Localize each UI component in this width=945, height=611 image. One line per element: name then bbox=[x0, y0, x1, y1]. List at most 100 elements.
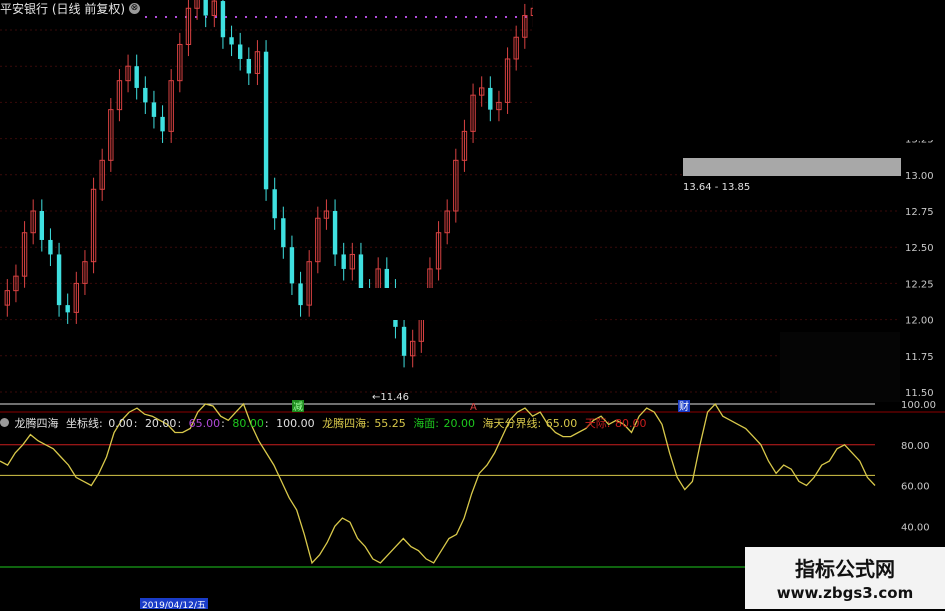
guide-dot bbox=[515, 16, 517, 18]
sea-value: 20.00 bbox=[443, 417, 476, 430]
range-price-label: 13.64 - 13.85 bbox=[683, 182, 750, 193]
axis-label: 坐标线: bbox=[66, 417, 103, 430]
level-65: 65.00 bbox=[188, 417, 221, 430]
candle-body-down bbox=[151, 102, 157, 117]
guide-dot bbox=[335, 16, 337, 18]
boundary-value: 65.00 bbox=[545, 417, 578, 430]
guide-dot bbox=[275, 16, 277, 18]
candle-body-down bbox=[39, 211, 45, 240]
indicator-tick-label: 60.00 bbox=[901, 482, 930, 493]
indicator-name[interactable]: 龙腾四海 bbox=[15, 417, 59, 430]
candle-body-down bbox=[143, 87, 148, 103]
boundary-label: 海天分界线: bbox=[482, 417, 542, 430]
site-watermark: 指标公式网 www.zbgs3.com bbox=[745, 547, 945, 609]
candle-body-down bbox=[332, 211, 338, 255]
guide-dot bbox=[465, 16, 467, 18]
guide-dot bbox=[265, 16, 267, 18]
legend-settings-icon[interactable] bbox=[0, 418, 9, 427]
guide-dot bbox=[405, 16, 407, 18]
guide-dot bbox=[445, 16, 447, 18]
guide-dot bbox=[415, 16, 417, 18]
level-20: 20.00 bbox=[144, 417, 177, 430]
guide-dot bbox=[255, 16, 257, 18]
sky-label: 天际: bbox=[584, 417, 611, 430]
candle-body-down bbox=[358, 254, 364, 291]
guide-dot bbox=[315, 16, 317, 18]
redacted-block-top-right bbox=[533, 0, 945, 140]
guide-dot bbox=[505, 16, 507, 18]
guide-dot bbox=[355, 16, 357, 18]
candle-body-down bbox=[134, 66, 139, 88]
price-tick-label: 11.75 bbox=[905, 352, 934, 363]
price-highlight-box bbox=[683, 158, 901, 176]
guide-dot bbox=[165, 16, 167, 18]
candle-body-down bbox=[289, 247, 295, 284]
candle-body-down bbox=[272, 189, 277, 219]
sky-value: 80.00 bbox=[614, 417, 647, 430]
indicator-tick-label: 100.00 bbox=[901, 400, 936, 411]
guide-dot bbox=[175, 16, 177, 18]
candle-body-down bbox=[48, 239, 53, 255]
candle-body-down bbox=[237, 44, 243, 59]
candle-body-down bbox=[65, 305, 70, 313]
watermark-url: www.zbgs3.com bbox=[776, 584, 914, 602]
guide-dot bbox=[455, 16, 457, 18]
event-tag-a[interactable]: A bbox=[470, 402, 477, 413]
candle-body-down bbox=[203, 0, 208, 16]
candle-body-down bbox=[384, 268, 390, 291]
price-tick-label: 12.75 bbox=[905, 207, 934, 218]
guide-dot bbox=[305, 16, 307, 18]
level-100: 100.00 bbox=[276, 417, 315, 430]
price-tick-label: 12.50 bbox=[905, 243, 934, 254]
indicator-tick-label: 40.00 bbox=[901, 522, 930, 533]
event-tag-finance[interactable]: 财 bbox=[679, 400, 689, 413]
watermark-title: 指标公式网 bbox=[795, 557, 895, 581]
candle-body-down bbox=[341, 254, 346, 269]
guide-dot bbox=[485, 16, 487, 18]
indicator-tick-label: 80.00 bbox=[901, 441, 930, 452]
candle-body-down bbox=[488, 87, 493, 110]
guide-dot bbox=[325, 16, 327, 18]
low-price-label: ←11.46 bbox=[372, 392, 409, 403]
stock-chart-window: 平安银行 (日线 前复权) ⊗ 14.0013.7513.5013.2513.0… bbox=[0, 0, 945, 611]
candle-body-down bbox=[263, 51, 269, 190]
guide-dot bbox=[495, 16, 497, 18]
guide-dot bbox=[215, 16, 217, 18]
guide-dot bbox=[475, 16, 477, 18]
price-tick-label: 11.50 bbox=[905, 388, 934, 399]
value-label: 龙腾四海: bbox=[322, 417, 370, 430]
guide-dot bbox=[145, 16, 147, 18]
guide-dot bbox=[375, 16, 377, 18]
sea-label: 海面: bbox=[413, 417, 440, 430]
guide-dot bbox=[295, 16, 297, 18]
guide-dot bbox=[345, 16, 347, 18]
guide-dot bbox=[395, 16, 397, 18]
top-dotted-guide bbox=[145, 16, 527, 18]
candle-body-down bbox=[401, 326, 407, 356]
guide-dot bbox=[245, 16, 247, 18]
guide-dot bbox=[155, 16, 157, 18]
guide-dot bbox=[285, 16, 287, 18]
candle-body-down bbox=[281, 218, 286, 248]
level-0: 0.00 bbox=[108, 417, 133, 430]
selected-date[interactable]: 2019/04/12/五 bbox=[140, 598, 208, 611]
guide-dot bbox=[385, 16, 387, 18]
indicator-axis: 100.00 80.00 60.00 40.00 bbox=[901, 400, 936, 533]
price-tick-label: 12.25 bbox=[905, 279, 934, 290]
guide-dot bbox=[425, 16, 427, 18]
guide-dot bbox=[435, 16, 437, 18]
candle-body-down bbox=[298, 283, 303, 306]
indicator-legend: 龙腾四海 坐标线: 0.00: 20.00: 65.00: 80.00: 100… bbox=[0, 415, 650, 431]
indicator-value: 55.25 bbox=[374, 417, 406, 430]
price-tick-label: 12.00 bbox=[905, 316, 934, 327]
event-tag-reduce[interactable]: 减 bbox=[293, 401, 303, 413]
candle-body-down bbox=[220, 1, 226, 38]
guide-dot bbox=[235, 16, 237, 18]
chart-canvas[interactable]: 14.0013.7513.5013.2513.0012.7512.5012.25… bbox=[0, 0, 945, 609]
candle-body-down bbox=[246, 58, 252, 74]
price-tick-label: 13.00 bbox=[905, 171, 934, 182]
candle-body-down bbox=[229, 37, 234, 45]
guide-dot bbox=[225, 16, 227, 18]
candle-body-down bbox=[56, 254, 62, 306]
guide-dot bbox=[365, 16, 367, 18]
